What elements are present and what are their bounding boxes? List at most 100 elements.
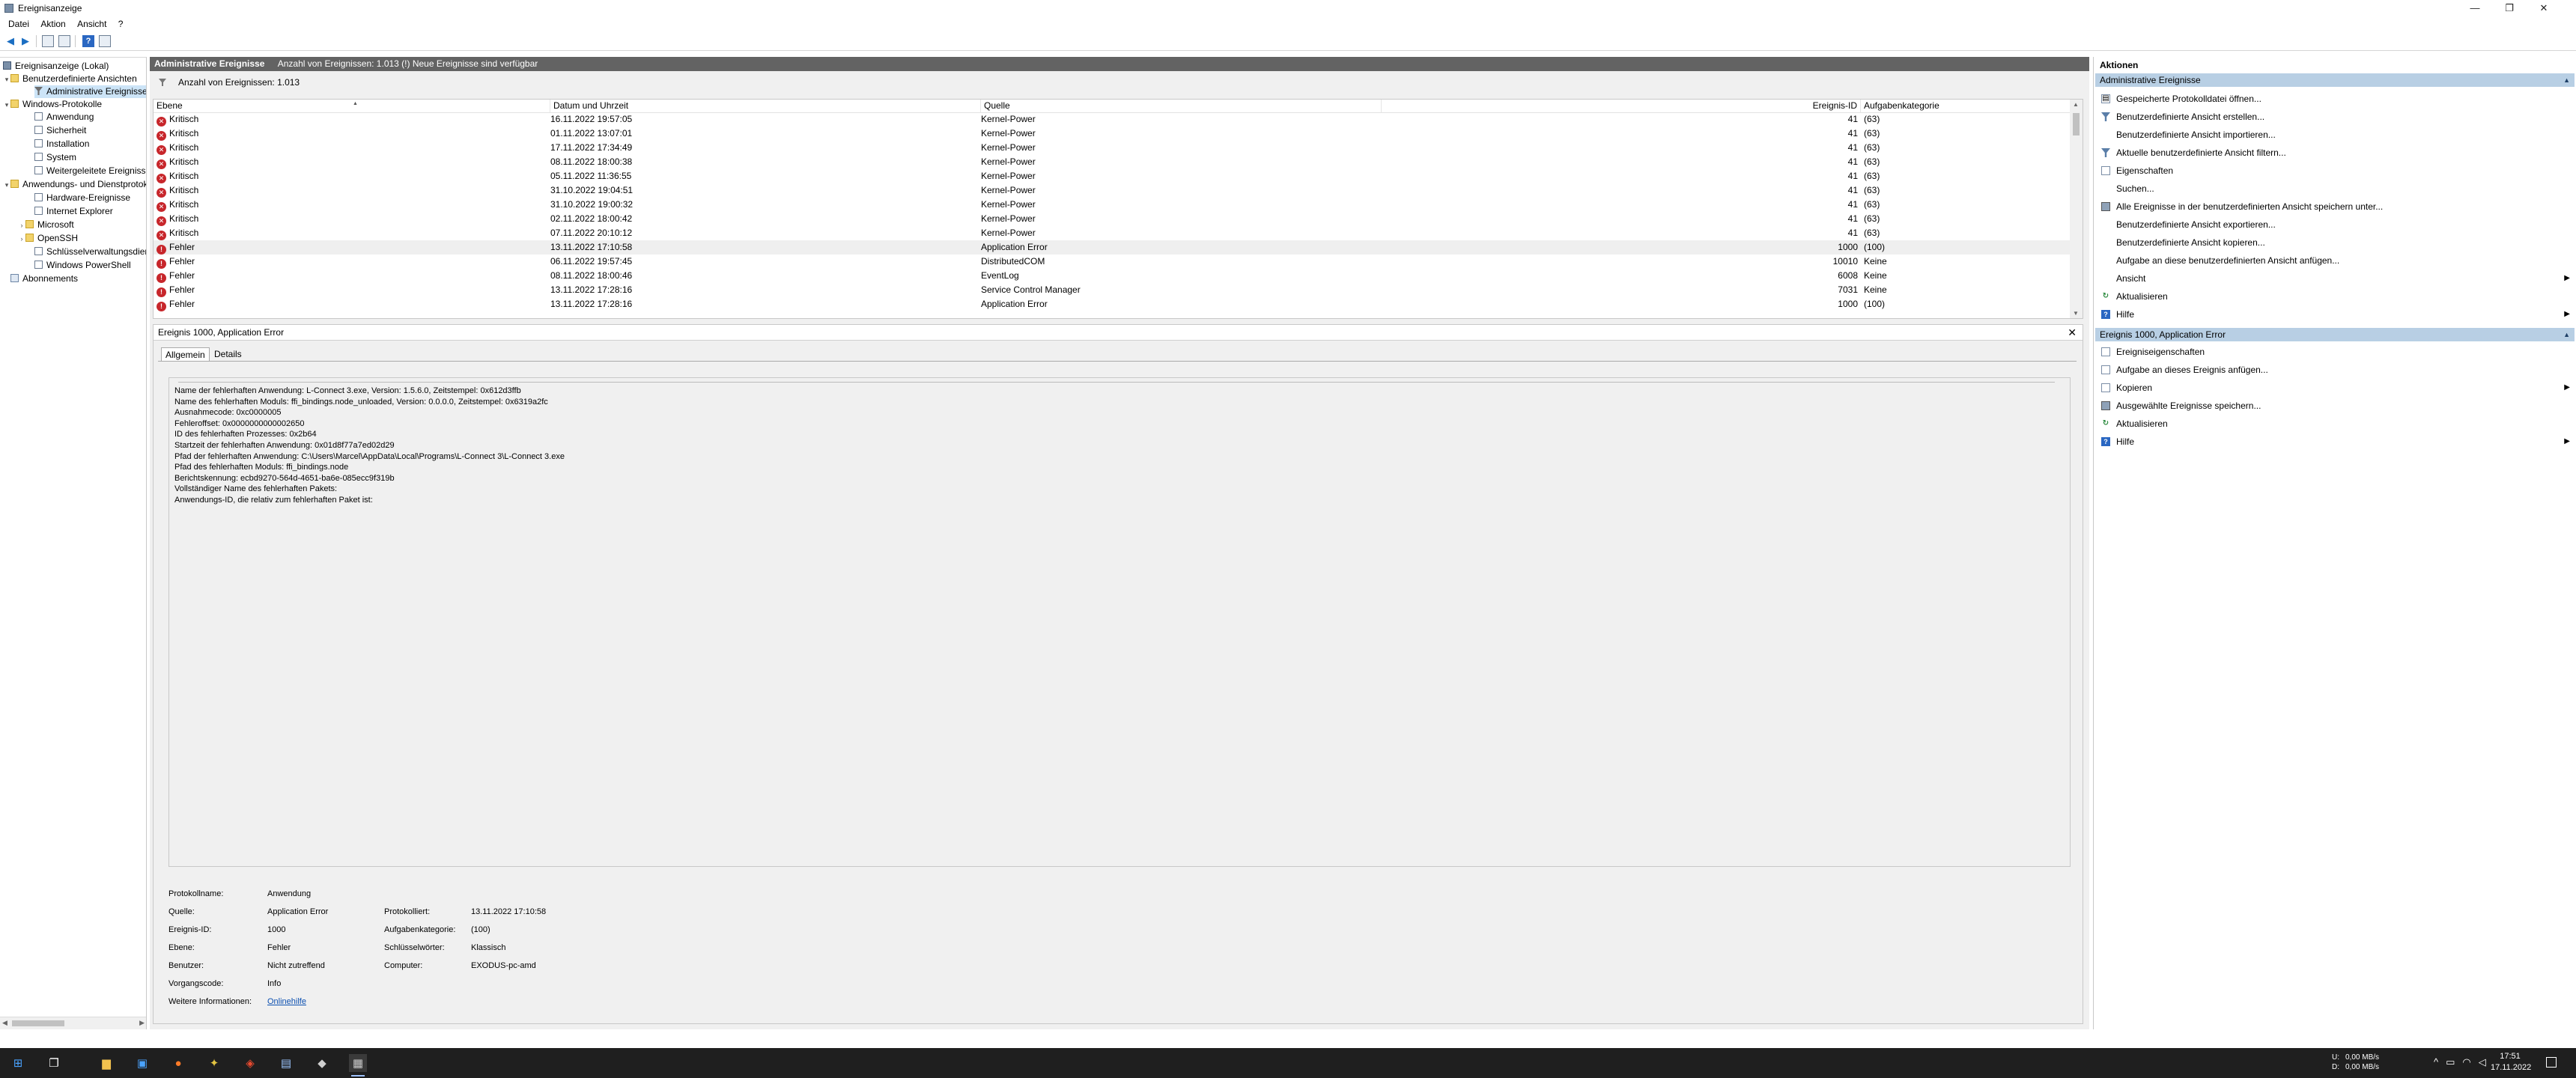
calendar-app-icon[interactable]: ▣ (133, 1054, 151, 1072)
tree-item-openssh[interactable]: › OpenSSH (18, 232, 79, 245)
event-viewer-taskbar-icon[interactable]: ▦ (349, 1054, 367, 1077)
menu-action[interactable]: Aktion (36, 16, 70, 31)
collapse-chevron-icon[interactable]: ▾ (3, 99, 10, 112)
action-item[interactable]: Benutzerdefinierte Ansicht kopieren... (2095, 234, 2575, 252)
action-item[interactable]: Aufgabe an diese benutzerdefinierten Ans… (2095, 252, 2575, 270)
action-item[interactable]: ? Hilfe ▶ (2095, 433, 2575, 451)
collapse-chevron-icon[interactable]: ▾ (3, 179, 10, 192)
event-row[interactable]: ✕ Kritisch 01.11.2022 13:07:01 Kernel-Power… (154, 127, 2071, 141)
event-row[interactable]: ✕ Kritisch 31.10.2022 19:00:32 Kernel-Power… (154, 198, 2071, 212)
tree-item-forwarded-events[interactable]: Weitergeleitete Ereignisse (34, 165, 146, 177)
event-row[interactable]: ✕ Kritisch 17.11.2022 17:34:49 Kernel-Power… (154, 141, 2071, 155)
action-item[interactable]: Alle Ereignisse in der benutzerdefiniert… (2095, 198, 2575, 216)
scroll-down-arrow-icon[interactable]: ▼ (2073, 310, 2079, 317)
help-icon[interactable]: ? (82, 35, 94, 47)
tree-item-setup[interactable]: Installation (34, 138, 89, 150)
column-header-level[interactable]: Ebene ▲ (154, 100, 550, 112)
action-item[interactable]: ↻ Aktualisieren (2095, 415, 2575, 433)
action-item[interactable]: Ereigniseigenschaften (2095, 343, 2575, 361)
scrollbar-thumb[interactable] (12, 1020, 64, 1026)
tree-item-app-service-logs[interactable]: ▾Anwendungs- und Dienstprotokolle (3, 178, 146, 192)
app-icon[interactable]: ◈ (241, 1054, 259, 1072)
event-row[interactable]: ✕ Kritisch 02.11.2022 18:00:42 Kernel-Power… (154, 212, 2071, 226)
tree-item-windows-logs[interactable]: ▾ Windows-Protokolle (3, 98, 102, 111)
file-explorer-icon[interactable]: ▆ (97, 1054, 115, 1072)
event-row[interactable]: ✕ Kritisch 31.10.2022 19:04:51 Kernel-Power… (154, 183, 2071, 198)
event-message-box[interactable]: Name der fehlerhaften Anwendung: L-Conne… (168, 377, 2071, 867)
scroll-up-arrow-icon[interactable]: ▲ (2073, 101, 2079, 108)
event-row[interactable]: ✕ Kritisch 16.11.2022 19:57:05 Kernel-Power… (154, 112, 2071, 127)
tree-item-security[interactable]: Sicherheit (34, 124, 86, 137)
windows-start-icon[interactable]: ⊞ (9, 1054, 27, 1072)
minimize-button[interactable]: — (2458, 0, 2492, 16)
action-item[interactable]: Suchen... (2095, 180, 2575, 198)
tree-item-internet-explorer[interactable]: Internet Explorer (34, 205, 113, 218)
event-row[interactable]: ! Fehler 13.11.2022 17:10:58 Application Er… (154, 240, 2071, 255)
tab-general[interactable]: Allgemein (161, 347, 210, 362)
tab-details[interactable]: Details (210, 347, 246, 361)
actions-section-event[interactable]: Ereignis 1000, Application Error ▲ (2095, 328, 2575, 341)
column-header-task-category[interactable]: Aufgabenkategorie (1861, 100, 2071, 112)
app-icon[interactable]: ✦ (205, 1054, 223, 1072)
collapse-caret-icon[interactable]: ▲ (2563, 73, 2570, 87)
scrollbar-thumb[interactable] (2073, 113, 2080, 135)
expand-chevron-icon[interactable]: › (18, 219, 25, 232)
online-help-link[interactable]: Onlinehilfe (267, 993, 306, 1011)
tree-item-admin-events[interactable]: Administrative Ereignisse (34, 85, 146, 98)
tree-item-microsoft[interactable]: › Microsoft (18, 219, 74, 231)
menu-file[interactable]: Datei (4, 16, 34, 31)
column-header-source[interactable]: Quelle (981, 100, 1382, 112)
tree-item-subscriptions[interactable]: Abonnements (10, 272, 78, 285)
event-list-vertical-scrollbar[interactable]: ▲ ▼ (2070, 100, 2083, 318)
back-arrow-icon[interactable]: ◀ (4, 35, 16, 47)
event-row[interactable]: ! Fehler 08.11.2022 18:00:46 EventLog 6008 Ke… (154, 269, 2071, 283)
tree-item-system[interactable]: System (34, 151, 76, 164)
wifi-icon[interactable]: ◠ (2462, 1056, 2478, 1068)
event-row[interactable]: ! Fehler 13.11.2022 17:28:16 Application Er… (154, 297, 2071, 311)
event-row[interactable]: ✕ Kritisch 05.11.2022 11:36:55 Kernel-Power… (154, 169, 2071, 183)
maximize-button[interactable]: ❐ (2492, 0, 2527, 16)
forward-arrow-icon[interactable]: ▶ (19, 35, 31, 47)
action-item[interactable]: ? Hilfe ▶ (2095, 305, 2575, 323)
show-hide-action-pane-icon[interactable] (99, 35, 111, 47)
tree-item-application[interactable]: Anwendung (34, 111, 94, 124)
event-row[interactable]: ! Fehler 13.11.2022 17:28:16 Service Contro… (154, 283, 2071, 297)
action-item[interactable]: Eigenschaften (2095, 162, 2575, 180)
notification-center-icon[interactable] (2546, 1057, 2557, 1068)
app-icon[interactable]: ◆ (313, 1054, 331, 1072)
event-row[interactable]: ✕ Kritisch 08.11.2022 18:00:38 Kernel-Power… (154, 155, 2071, 169)
scroll-left-arrow-icon[interactable]: ◀ (2, 1019, 7, 1027)
actions-section-admin-events[interactable]: Administrative Ereignisse ▲ (2095, 73, 2575, 87)
tree-item-key-management[interactable]: Schlüsselverwaltungsdienst (34, 246, 146, 258)
network-icon[interactable]: ▭ (2446, 1056, 2462, 1068)
up-folder-icon[interactable] (42, 35, 54, 47)
menu-view[interactable]: Ansicht (73, 16, 111, 31)
show-hide-console-tree-icon[interactable] (58, 35, 70, 47)
menu-help[interactable]: ? (114, 16, 128, 31)
event-row[interactable]: ✕ Kritisch 07.11.2022 20:10:12 Kernel-Power… (154, 226, 2071, 240)
scroll-right-arrow-icon[interactable]: ▶ (139, 1019, 145, 1027)
column-header-datetime[interactable]: Datum und Uhrzeit (550, 100, 981, 112)
tree-item-hardware-events[interactable]: Hardware-Ereignisse (34, 192, 130, 204)
action-item[interactable]: ▤ Gespeicherte Protokolldatei öffnen... (2095, 90, 2575, 108)
action-item[interactable]: Aktuelle benutzerdefinierte Ansicht filt… (2095, 144, 2575, 162)
action-item[interactable]: Benutzerdefinierte Ansicht erstellen... (2095, 108, 2575, 126)
tree-horizontal-scrollbar[interactable]: ◀ ▶ (0, 1017, 146, 1029)
clock[interactable]: 17:51 17.11.2022 (2491, 1051, 2531, 1074)
action-item[interactable]: Aufgabe an dieses Ereignis anfügen... (2095, 361, 2575, 379)
action-item[interactable]: ↻ Aktualisieren (2095, 287, 2575, 305)
tree-item-root[interactable]: Ereignisanzeige (Lokal) (3, 60, 109, 73)
tree-item-custom-views[interactable]: ▾ Benutzerdefinierte Ansichten (3, 73, 137, 85)
firefox-icon[interactable]: ● (169, 1054, 187, 1072)
action-item[interactable]: Benutzerdefinierte Ansicht importieren..… (2095, 126, 2575, 144)
action-item[interactable]: Benutzerdefinierte Ansicht exportieren..… (2095, 216, 2575, 234)
close-button[interactable]: ✕ (2527, 0, 2561, 16)
tree-item-windows-powershell[interactable]: Windows PowerShell (34, 259, 131, 272)
action-item[interactable]: Ansicht ▶ (2095, 270, 2575, 287)
close-detail-icon[interactable]: ✕ (2068, 325, 2077, 340)
collapse-chevron-icon[interactable]: ▾ (3, 73, 10, 86)
collapse-caret-icon[interactable]: ▲ (2563, 328, 2570, 341)
show-hidden-icons-chevron-icon[interactable]: ^ (2434, 1056, 2446, 1068)
task-view-icon[interactable]: ❐ (45, 1054, 63, 1072)
event-row[interactable]: ! Fehler 06.11.2022 19:57:45 DistributedCOM… (154, 255, 2071, 269)
